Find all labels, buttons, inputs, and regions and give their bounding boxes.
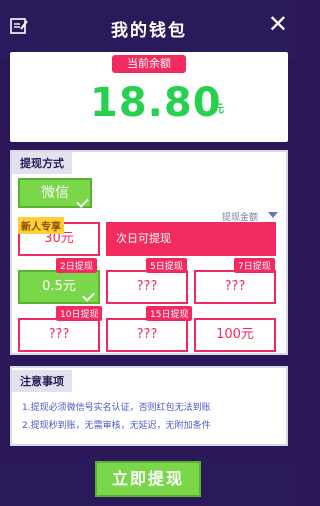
option-15day[interactable]: ???	[106, 318, 188, 352]
option-tag: 5日提现	[146, 258, 187, 273]
option-0-5[interactable]: 0.5元	[18, 270, 100, 304]
option-amount: ???	[224, 279, 246, 294]
option-amount: 0.5元	[42, 279, 76, 294]
check-icon	[82, 289, 95, 302]
balance-amount: 18.80	[90, 80, 222, 126]
dropdown-arrow-icon	[268, 212, 278, 218]
option-7day[interactable]: ???	[194, 270, 276, 304]
page-title: 我的钱包	[111, 21, 187, 41]
option-10day[interactable]: ???	[18, 318, 100, 352]
note-item: 2.提现秒到账，无需审核，无延迟，无附加条件	[22, 421, 211, 431]
option-tag: 7日提现	[234, 258, 275, 273]
balance-label: 当前余额	[112, 55, 186, 73]
withdraw-now-button[interactable]: 立即提现	[95, 461, 201, 497]
next-day-note: 次日可提现	[106, 222, 276, 256]
withdraw-method-title: 提现方式	[12, 152, 72, 174]
option-amount: ???	[136, 327, 158, 342]
wechat-method-label: 微信	[41, 185, 69, 201]
balance-unit: 元	[213, 102, 224, 115]
option-amount: ???	[136, 279, 158, 294]
option-5day[interactable]: ???	[106, 270, 188, 304]
option-tag: 10日提现	[56, 306, 103, 321]
option-amount: ???	[48, 327, 70, 342]
close-icon[interactable]: ✕	[268, 12, 288, 36]
notes-title: 注意事项	[12, 370, 72, 392]
check-icon	[76, 195, 89, 208]
option-100[interactable]: 100元	[194, 318, 276, 352]
new-user-badge: 新人专享	[18, 217, 64, 234]
note-item: 1.提现必须微信号实名认证，否则红包无法到账	[22, 403, 211, 413]
wechat-method-button[interactable]: 微信	[18, 178, 92, 208]
option-tag: 15日提现	[146, 306, 193, 321]
option-tag: 2日提现	[56, 258, 97, 273]
option-amount: 100元	[216, 327, 254, 342]
